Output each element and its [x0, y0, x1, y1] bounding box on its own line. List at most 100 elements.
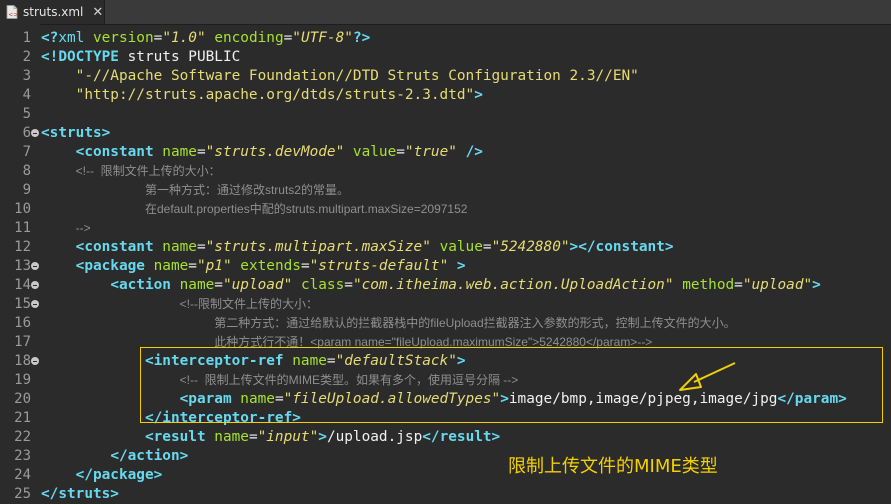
code-line: 24 </package>	[0, 466, 891, 485]
code-line: 7 <constant name="struts.devMode" value=…	[0, 143, 891, 162]
code-token: "upload"	[222, 277, 293, 293]
code-token: "p1"	[196, 258, 232, 274]
code-comment: 在default.properties中配的struts.multipart.m…	[41, 200, 467, 219]
code-line: 8 <!-- 限制文件上传的大小：	[0, 162, 891, 181]
code-token: "struts.devMode"	[205, 144, 345, 160]
code-token: version	[92, 30, 154, 46]
code-token: =	[482, 239, 492, 255]
line-number: 20	[14, 391, 31, 407]
code-token: >	[474, 87, 483, 103]
code-text: </package>	[41, 466, 163, 485]
fold-toggle-icon[interactable]	[31, 300, 39, 308]
code-token: ?>	[352, 30, 371, 46]
code-comment: -->	[41, 219, 91, 238]
code-token: <!-- 限制文件上传的大小：	[75, 164, 221, 178]
code-token: >	[812, 277, 821, 293]
code-token: "com.itheima.web.action.UploadAction"	[352, 277, 674, 293]
tab-struts-xml[interactable]: <> struts.xml ✕	[0, 0, 105, 24]
code-token: </struts>	[41, 486, 119, 502]
line-number: 8	[22, 163, 31, 179]
code-token: </action>	[110, 448, 189, 464]
code-token: <struts>	[41, 125, 111, 141]
line-number: 22	[14, 429, 31, 445]
tab-bar: <> struts.xml ✕	[0, 0, 891, 25]
file-icon: <>	[6, 5, 18, 19]
code-token: xml	[58, 30, 93, 46]
code-line: 23 </action>	[0, 447, 891, 466]
code-token: =	[196, 144, 206, 160]
code-token: 第一种方式：通过修改struts2的常量。	[144, 183, 349, 197]
code-token: <action	[110, 277, 180, 293]
code-token: =	[396, 144, 405, 160]
code-line: 9 第一种方式：通过修改struts2的常量。	[0, 181, 891, 200]
code-token: name	[214, 429, 249, 445]
code-token: 第二种方式：通过给默认的拦截器栈中的fileUpload拦截器注入参数的形式，控…	[214, 316, 736, 330]
line-number: 15	[14, 296, 31, 312]
code-text: <action name="upload" class="com.itheima…	[41, 276, 821, 295]
code-text: <constant name="struts.devMode" value="t…	[41, 143, 483, 162]
line-number: 11	[14, 220, 31, 236]
code-token: method	[682, 277, 735, 293]
line-number: 12	[14, 239, 31, 255]
fold-toggle-icon[interactable]	[31, 281, 39, 289]
code-token: name	[153, 258, 189, 274]
fold-toggle-icon[interactable]	[31, 129, 39, 137]
code-text: <package name="p1" extends="struts-defau…	[41, 257, 466, 276]
code-token: <constant	[75, 239, 163, 255]
code-line: 12 <constant name="struts.multipart.maxS…	[0, 238, 891, 257]
code-token: =	[214, 277, 223, 293]
code-text: </struts>	[41, 485, 119, 504]
code-text: <?xml version="1.0" encoding="UTF-8"?>	[41, 29, 370, 48]
close-icon[interactable]: ✕	[92, 5, 103, 20]
line-number: 9	[22, 182, 31, 198]
code-token: /upload.jsp	[326, 429, 423, 445]
code-token: =	[734, 277, 743, 293]
line-number: 2	[22, 49, 31, 65]
fold-toggle-icon[interactable]	[31, 262, 39, 270]
code-token: =	[153, 30, 163, 46]
code-line: 5	[0, 105, 891, 124]
code-token: extends	[240, 258, 301, 274]
code-token: =	[188, 258, 197, 274]
fold-toggle-icon[interactable]	[31, 357, 39, 365]
arrow-annotation	[679, 362, 736, 391]
line-number: 19	[14, 372, 31, 388]
line-number: 18	[14, 353, 31, 369]
code-token: </result>	[422, 429, 501, 445]
line-number: 4	[22, 87, 31, 103]
code-line: 14 <action name="upload" class="com.ithe…	[0, 276, 891, 295]
tab-label: struts.xml	[23, 5, 84, 19]
code-token: class	[300, 277, 345, 293]
line-number: 14	[14, 277, 31, 293]
code-token: "upload"	[742, 277, 813, 293]
code-token: <result	[144, 429, 215, 445]
code-token: value	[439, 239, 483, 255]
code-comment: 第一种方式：通过修改struts2的常量。	[41, 181, 349, 200]
code-token: "true"	[404, 144, 457, 160]
code-token: encoding	[214, 30, 284, 46]
code-token: struts PUBLIC	[127, 49, 241, 65]
code-comment: 第二种方式：通过给默认的拦截器栈中的fileUpload拦截器注入参数的形式，控…	[41, 314, 736, 333]
code-line: 3 "-//Apache Software Foundation//DTD St…	[0, 67, 891, 86]
code-token: <package	[75, 258, 154, 274]
svg-text:<>: <>	[8, 12, 18, 19]
code-editor[interactable]: 1 <?xml version="1.0" encoding="UTF-8"?> 2…	[0, 24, 891, 503]
code-line: 11 -->	[0, 219, 891, 238]
code-token: value	[352, 144, 397, 160]
code-text: <constant name="struts.multipart.maxSize…	[41, 238, 674, 257]
code-token: name	[162, 144, 197, 160]
code-line: 25 </struts>	[0, 485, 891, 504]
